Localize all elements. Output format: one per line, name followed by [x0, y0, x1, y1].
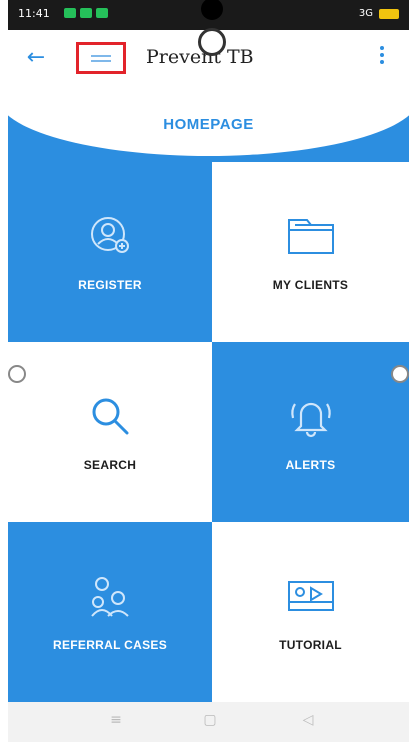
- system-back-button[interactable]: ◁: [296, 712, 320, 732]
- video-tutorial-icon: [287, 581, 334, 611]
- recents-icon: ≡: [110, 712, 122, 728]
- camera-notch: [201, 0, 223, 20]
- system-nav-bar: ≡ ▢ ◁: [8, 702, 409, 742]
- recents-button[interactable]: ≡: [104, 712, 128, 732]
- status-icons: [64, 8, 108, 18]
- status-time: 11:41: [18, 7, 50, 20]
- bell-icon: [290, 402, 331, 438]
- side-indicator: [391, 365, 409, 383]
- alerts-tile[interactable]: ALERTS: [212, 342, 409, 522]
- overflow-menu-button[interactable]: [377, 46, 387, 68]
- tile-label: REGISTER: [78, 278, 142, 292]
- group-icon: [91, 577, 129, 617]
- register-tile[interactable]: REGISTER: [8, 162, 212, 342]
- my-clients-tile[interactable]: MY CLIENTS: [212, 162, 409, 342]
- home-button[interactable]: ▢: [198, 712, 222, 732]
- referral-cases-tile[interactable]: REFERRAL CASES: [8, 522, 212, 702]
- back-triangle-icon: ◁: [302, 712, 314, 728]
- tile-label: REFERRAL CASES: [53, 638, 167, 652]
- home-icon: ▢: [203, 712, 217, 728]
- more-vert-icon: [377, 46, 387, 64]
- notification-icon: [80, 8, 92, 18]
- status-bar: 11:41 3G: [8, 0, 409, 30]
- back-button[interactable]: ←: [22, 44, 50, 72]
- tile-label: MY CLIENTS: [272, 278, 349, 292]
- status-right: 3G: [359, 8, 399, 19]
- home-grid: REGISTER MY CLIENTS SEARCH ALERTS REFERR…: [8, 162, 409, 702]
- page-title: HOMEPAGE: [163, 116, 254, 133]
- home-pill-indicator: [198, 28, 226, 56]
- phone-screen: 11:41 3G ← Prevent TB HOMEPAGE REGISTER …: [8, 0, 409, 742]
- tile-label: SEARCH: [83, 458, 137, 472]
- side-indicator: [8, 365, 26, 383]
- folder-icon: [287, 219, 334, 254]
- notification-icon: [96, 8, 108, 18]
- arrow-left-icon: ←: [26, 45, 46, 70]
- tutorial-tile[interactable]: TUTORIAL: [212, 522, 409, 702]
- notification-icon: [64, 8, 76, 18]
- tile-label: TUTORIAL: [279, 638, 342, 652]
- search-icon: [92, 398, 129, 435]
- menu-button[interactable]: [76, 42, 126, 74]
- network-label: 3G: [358, 8, 373, 19]
- hamburger-icon: [91, 55, 111, 65]
- battery-icon: [379, 8, 399, 19]
- tile-label: ALERTS: [285, 458, 336, 472]
- register-user-icon: [91, 217, 129, 253]
- search-tile[interactable]: SEARCH: [8, 342, 212, 522]
